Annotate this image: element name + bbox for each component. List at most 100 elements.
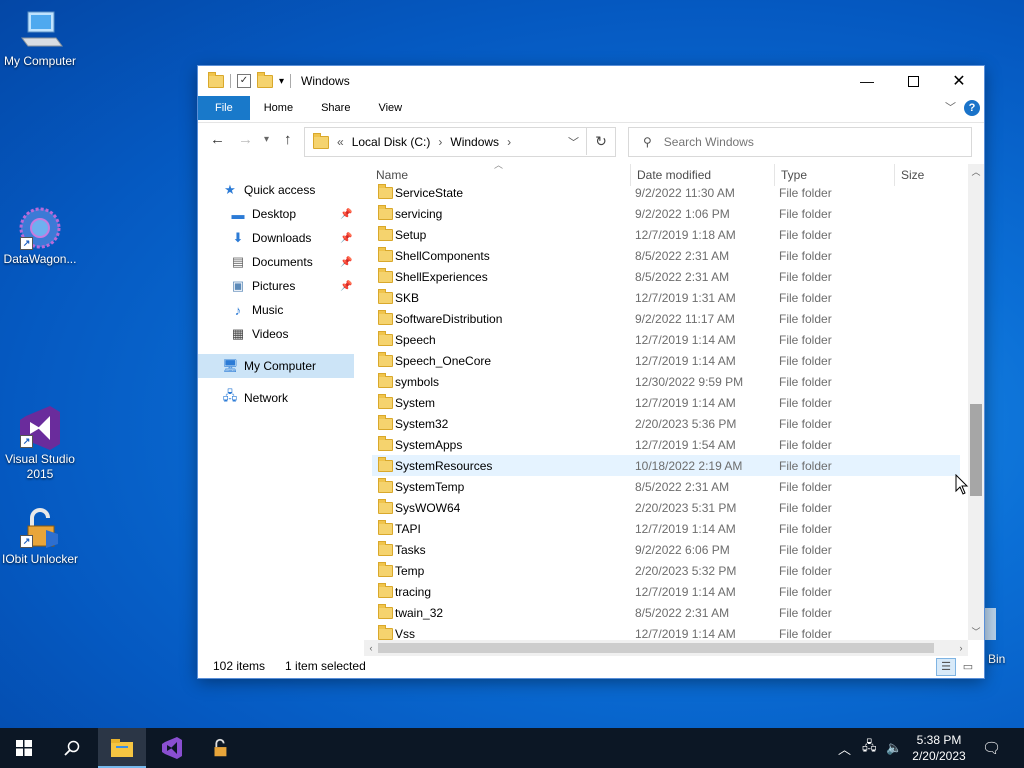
scroll-thumb[interactable] xyxy=(970,404,982,496)
large-icons-view-icon[interactable]: ▭ xyxy=(958,658,978,676)
tab-home[interactable]: Home xyxy=(250,96,307,120)
table-row[interactable]: Temp 2/20/2023 5:32 PM File folder xyxy=(372,560,960,581)
pin-icon[interactable]: 📌 xyxy=(340,233,352,244)
column-size[interactable]: Size xyxy=(901,168,924,182)
table-row[interactable]: servicing 9/2/2022 1:06 PM File folder xyxy=(372,203,960,224)
table-row[interactable]: ShellExperiences 8/5/2022 2:31 AM File fol… xyxy=(372,266,960,287)
new-folder-icon[interactable] xyxy=(257,71,273,88)
nav-item-documents[interactable]: ▤ Documents 📌 xyxy=(230,250,358,274)
up-arrow-icon[interactable]: ↑ xyxy=(284,131,292,148)
scroll-thumb[interactable] xyxy=(378,643,934,653)
network-status-icon[interactable]: 🖧 xyxy=(862,728,877,768)
table-row[interactable]: Tasks 9/2/2022 6:06 PM File folder xyxy=(372,539,960,560)
table-row[interactable]: Speech 12/7/2019 1:14 AM File folder xyxy=(372,329,960,350)
nav-item-my-computer[interactable]: 🖥 My Computer xyxy=(198,354,354,378)
back-arrow-icon[interactable]: ← xyxy=(210,131,225,148)
start-button[interactable] xyxy=(0,728,48,768)
help-icon[interactable]: ? xyxy=(964,100,980,116)
table-row[interactable]: SystemApps 12/7/2019 1:54 AM File folder xyxy=(372,434,960,455)
search-input[interactable] xyxy=(661,134,946,150)
column-type[interactable]: Type xyxy=(781,168,807,182)
breadcrumb-chevron-icon[interactable]: › xyxy=(507,135,511,149)
table-row[interactable]: tracing 12/7/2019 1:14 AM File folder xyxy=(372,581,960,602)
qat-dropdown-icon[interactable]: ▾ xyxy=(279,76,284,87)
pin-icon[interactable]: 📌 xyxy=(340,209,352,220)
search-taskbar-button[interactable] xyxy=(48,728,96,768)
breadcrumb-overflow-icon[interactable]: « xyxy=(337,135,344,149)
maximize-button[interactable] xyxy=(890,66,936,96)
minimize-button[interactable]: — xyxy=(844,66,890,96)
tab-file[interactable]: File xyxy=(198,96,250,120)
properties-icon[interactable]: ✓ xyxy=(237,74,251,88)
scroll-up-icon[interactable]: ︿ xyxy=(968,164,984,180)
details-view-icon[interactable]: ☰ xyxy=(936,658,956,676)
table-row[interactable]: TAPI 12/7/2019 1:14 AM File folder xyxy=(372,518,960,539)
desktop-icon-iobit-unlocker[interactable]: ↗ IObit Unlocker xyxy=(0,504,80,567)
vertical-scrollbar[interactable]: ︿ ﹀ xyxy=(968,164,984,640)
desktop-icon-my-computer[interactable]: My Computer xyxy=(0,8,80,69)
taskbar-visual-studio[interactable] xyxy=(148,728,196,768)
address-dropdown-icon[interactable]: ﹀ xyxy=(568,134,579,150)
table-row[interactable]: Setup 12/7/2019 1:18 AM File folder xyxy=(372,224,960,245)
table-row[interactable]: SystemTemp 8/5/2022 2:31 AM File folder xyxy=(372,476,960,497)
scroll-down-icon[interactable]: ﹀ xyxy=(968,624,984,640)
forward-arrow-icon[interactable]: → xyxy=(238,131,253,148)
table-row[interactable]: SysWOW64 2/20/2023 5:31 PM File folder xyxy=(372,497,960,518)
address-bar[interactable]: « Local Disk (C:) › Windows › ﹀ xyxy=(304,127,616,157)
tab-share[interactable]: Share xyxy=(307,96,364,120)
notification-center-icon[interactable]: 🗨 xyxy=(982,728,1001,768)
column-name[interactable]: Name xyxy=(376,168,408,182)
nav-item-network[interactable]: 🖧 Network xyxy=(222,386,352,410)
nav-item-videos[interactable]: ▦ Videos xyxy=(230,322,358,346)
show-hidden-icons[interactable]: ︿ xyxy=(838,728,851,768)
table-row[interactable]: symbols 12/30/2022 9:59 PM File folder xyxy=(372,371,960,392)
taskbar-clock[interactable]: 5:38 PM 2/20/2023 xyxy=(904,732,974,764)
recent-locations-icon[interactable]: ▾ xyxy=(264,134,269,145)
desktop-icon-datawagon[interactable]: ↗ DataWagon... xyxy=(0,206,80,267)
expand-ribbon-icon[interactable]: ﹀ xyxy=(945,99,956,115)
folder-icon xyxy=(378,603,393,619)
nav-item-downloads[interactable]: ⬇ Downloads 📌 xyxy=(230,226,358,250)
search-box[interactable]: ⚲ xyxy=(628,127,972,157)
file-name: ServiceState xyxy=(395,185,464,200)
pin-icon[interactable]: 📌 xyxy=(340,281,352,292)
taskbar: ︿ 🖧 🔈 5:38 PM 2/20/2023 🗨 xyxy=(0,728,1024,768)
file-date: 12/7/2019 1:31 AM xyxy=(635,290,736,305)
nav-item-quick-access[interactable]: ★ Quick access xyxy=(222,178,352,202)
nav-item-pictures[interactable]: ▣ Pictures 📌 xyxy=(230,274,358,298)
nav-item-music[interactable]: ♪ Music xyxy=(230,298,358,322)
desktop-icon-label: DataWagon... xyxy=(3,252,77,266)
breadcrumb-windows[interactable]: Windows xyxy=(450,135,499,149)
table-row[interactable]: Speech_OneCore 12/7/2019 1:14 AM File fold… xyxy=(372,350,960,371)
table-row[interactable]: Vss 12/7/2019 1:14 AM File folder xyxy=(372,623,960,640)
table-row[interactable]: SoftwareDistribution 9/2/2022 11:17 AM Fil… xyxy=(372,308,960,329)
breadcrumb-chevron-icon[interactable]: › xyxy=(438,135,442,149)
table-row[interactable]: ShellComponents 8/5/2022 2:31 AM File fold… xyxy=(372,245,960,266)
ribbon-tabs: File Home Share View ﹀ ? xyxy=(198,96,984,120)
table-row[interactable]: System 12/7/2019 1:14 AM File folder xyxy=(372,392,960,413)
file-date: 12/7/2019 1:14 AM xyxy=(635,626,736,641)
taskbar-file-explorer[interactable] xyxy=(98,728,146,768)
taskbar-iobit-unlocker[interactable] xyxy=(196,728,244,768)
nav-item-label: Pictures xyxy=(252,279,296,293)
table-row[interactable]: SKB 12/7/2019 1:31 AM File folder xyxy=(372,287,960,308)
title-bar[interactable]: ✓ ▾ Windows — ✕ xyxy=(198,66,984,96)
table-row[interactable]: ServiceState 9/2/2022 11:30 AM File folder xyxy=(372,182,960,203)
tab-view[interactable]: View xyxy=(364,96,416,120)
recycle-bin-icon xyxy=(982,604,996,644)
refresh-button[interactable]: ↻ xyxy=(586,127,615,155)
file-name: SoftwareDistribution xyxy=(395,311,503,326)
table-row[interactable]: twain_32 8/5/2022 2:31 AM File folder xyxy=(372,602,960,623)
pin-icon[interactable]: 📌 xyxy=(340,257,352,268)
breadcrumb-local-disk[interactable]: Local Disk (C:) xyxy=(352,135,431,149)
volume-icon[interactable]: 🔈 xyxy=(886,728,902,768)
table-row[interactable]: SystemResources 10/18/2022 2:19 AM File fo… xyxy=(372,455,960,476)
column-date-modified[interactable]: Date modified xyxy=(637,168,711,182)
desktop-icon: ▬ xyxy=(231,206,245,222)
table-row[interactable]: System32 2/20/2023 5:36 PM File folder xyxy=(372,413,960,434)
file-type: File folder xyxy=(779,395,832,410)
nav-item-label: My Computer xyxy=(244,359,317,373)
nav-item-desktop[interactable]: ▬ Desktop 📌 xyxy=(230,202,358,226)
close-button[interactable]: ✕ xyxy=(936,66,982,96)
desktop-icon-visual-studio[interactable]: ↗ Visual Studio 2015 xyxy=(0,404,80,482)
